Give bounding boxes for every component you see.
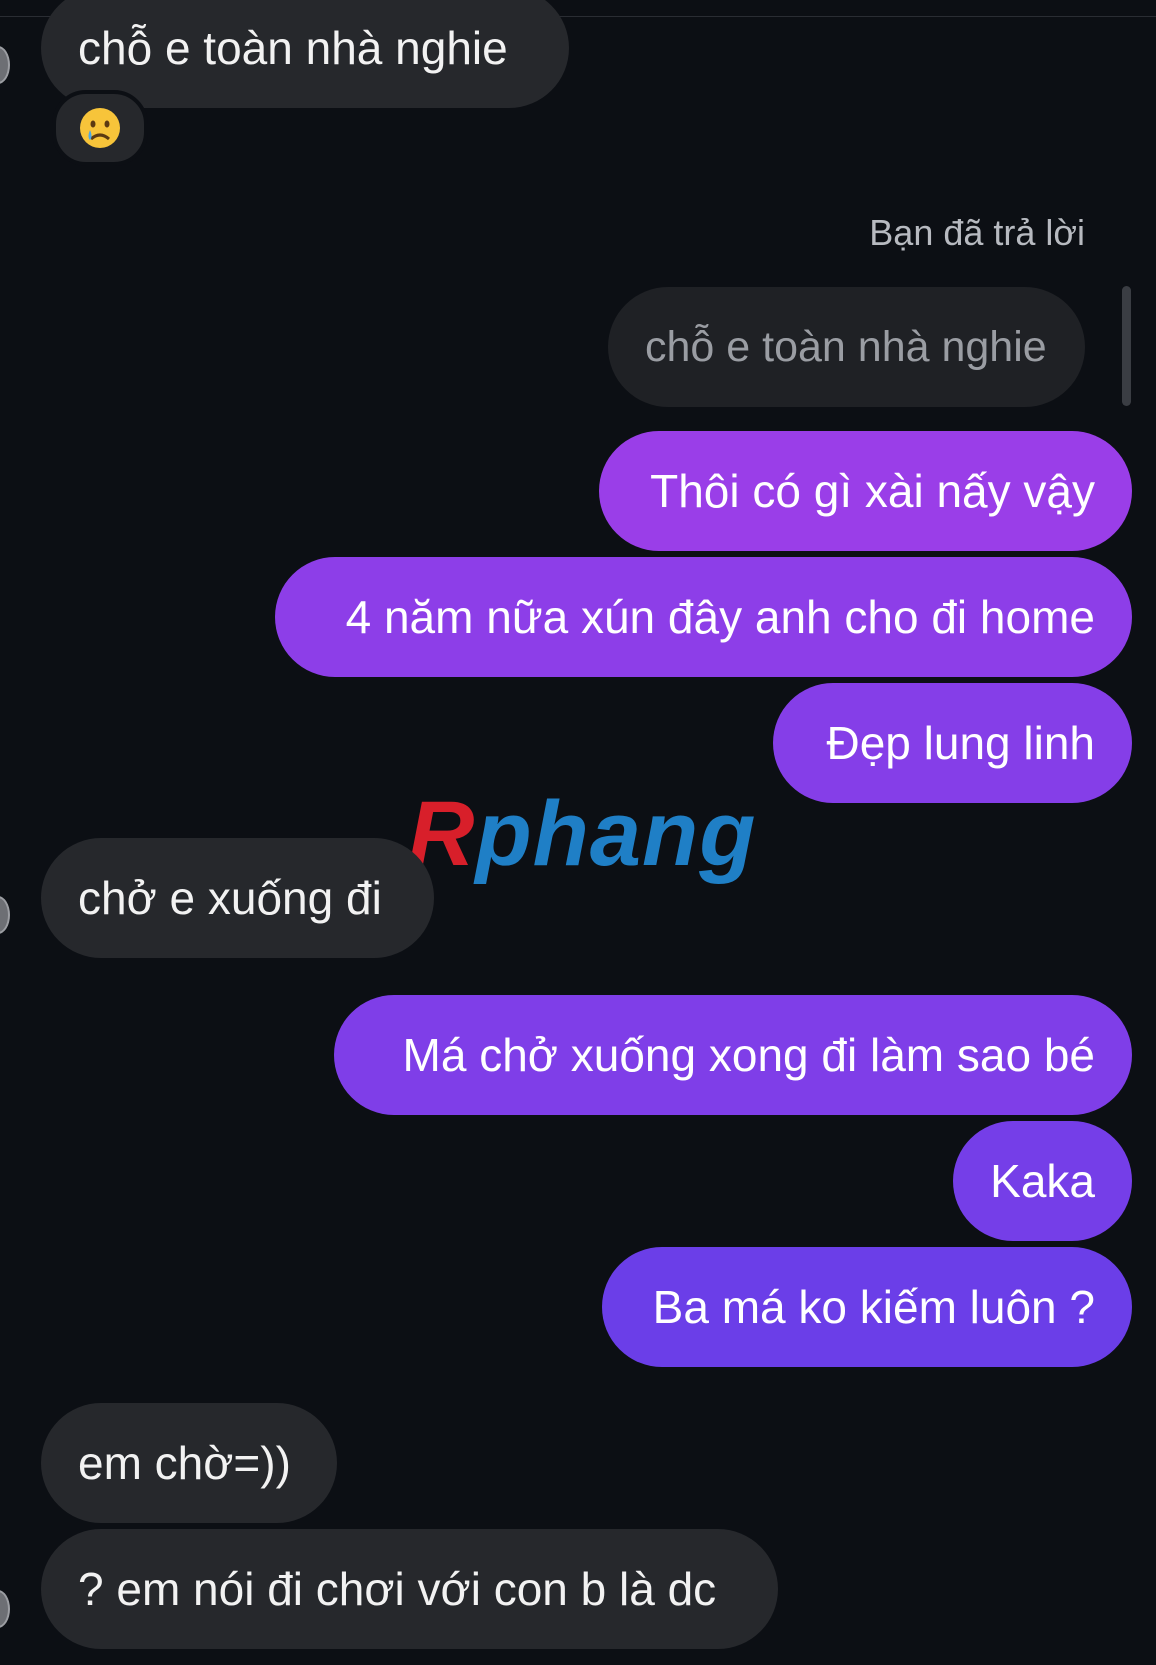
message-text: chở e xuống đi [78, 872, 382, 924]
outgoing-message-bubble[interactable]: Thôi có gì xài nấy vậy [599, 431, 1132, 551]
incoming-message-bubble[interactable]: em chờ=)) [41, 1403, 337, 1523]
reply-label: Bạn đã trả lời [869, 212, 1085, 253]
message-text: Ba má ko kiếm luôn ? [652, 1281, 1095, 1333]
message-text: Má chở xuống xong đi làm sao bé [402, 1029, 1095, 1081]
message-text: Kaka [990, 1155, 1095, 1207]
quoted-text: chỗ e toàn nhà nghie [645, 323, 1047, 371]
outgoing-message-bubble[interactable]: Đẹp lung linh [773, 683, 1132, 803]
sender-avatar[interactable] [0, 46, 10, 84]
incoming-message-bubble[interactable]: chở e xuống đi [41, 838, 434, 958]
crying-face-icon [80, 108, 120, 148]
sender-avatar[interactable] [0, 896, 10, 934]
message-text: Đẹp lung linh [826, 717, 1095, 769]
quoted-reply-bubble[interactable]: chỗ e toàn nhà nghie [608, 287, 1085, 407]
scrollbar[interactable] [1122, 286, 1131, 406]
message-reaction[interactable] [52, 90, 148, 166]
watermark-logo: Rphang [408, 783, 757, 885]
sender-avatar[interactable] [0, 1590, 10, 1628]
incoming-message-bubble[interactable]: ? em nói đi chơi với con b là dc [41, 1529, 778, 1649]
message-text: 4 năm nữa xún đây anh cho đi home [345, 591, 1095, 643]
outgoing-message-bubble[interactable]: 4 năm nữa xún đây anh cho đi home [275, 557, 1132, 677]
outgoing-message-bubble[interactable]: Ba má ko kiếm luôn ? [602, 1247, 1132, 1367]
outgoing-message-bubble[interactable]: Má chở xuống xong đi làm sao bé [334, 995, 1132, 1115]
message-text: chỗ e toàn nhà nghie [78, 22, 508, 74]
message-text: Thôi có gì xài nấy vậy [650, 465, 1095, 517]
message-text: ? em nói đi chơi với con b là dc [78, 1563, 717, 1615]
outgoing-message-bubble[interactable]: Kaka [953, 1121, 1132, 1241]
message-text: em chờ=)) [78, 1437, 291, 1489]
